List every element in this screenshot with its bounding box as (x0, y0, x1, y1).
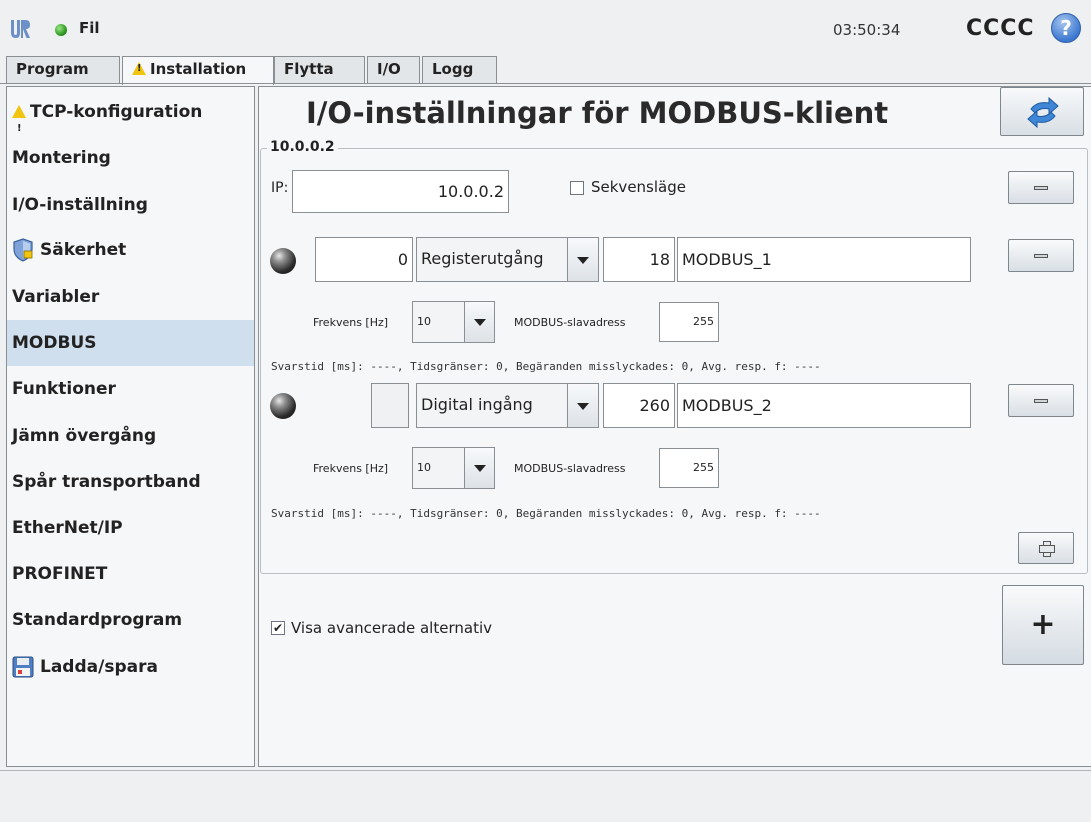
signal-name-input[interactable]: MODBUS_1 (677, 237, 971, 282)
frequency-value: 10 (417, 461, 431, 474)
warning-icon (12, 105, 26, 152)
signal-type-select[interactable]: Registerutgång (416, 237, 599, 282)
signal-status-text: Svarstid [ms]: ----, Tidsgränser: 0, Beg… (271, 360, 821, 373)
tab-installation[interactable]: Installation (122, 56, 274, 85)
sequential-mode-label: Sekvensläge (591, 178, 686, 196)
frequency-select[interactable]: 10 (412, 447, 495, 489)
warning-icon (132, 62, 146, 75)
chevron-down-icon[interactable] (464, 447, 495, 489)
sidebar-item-label: Variabler (12, 287, 100, 307)
floppy-disk-icon (12, 656, 34, 678)
signal-status-led-icon (270, 248, 296, 274)
add-signal-button[interactable] (1018, 532, 1074, 564)
tab-move[interactable]: Flytta (274, 56, 365, 83)
ip-label: IP: (271, 180, 289, 196)
tab-label: Logg (432, 60, 474, 78)
tab-program[interactable]: Program (6, 56, 120, 83)
tab-label: I/O (377, 60, 401, 78)
remove-unit-button[interactable] (1008, 171, 1074, 204)
tab-label: Program (16, 60, 89, 78)
sidebar-item-label: Montering (12, 148, 111, 168)
sidebar-item-label: Ladda/spara (40, 657, 158, 677)
sidebar-item-label: PROFINET (12, 564, 108, 584)
sidebar-item-label: Spår transportband (12, 472, 201, 492)
footer-divider (0, 770, 1091, 771)
remove-signal-button[interactable] (1008, 239, 1074, 272)
signal-status-text: Svarstid [ms]: ----, Tidsgränser: 0, Beg… (271, 507, 821, 520)
file-menu[interactable]: Fil (79, 19, 100, 37)
frequency-select[interactable]: 10 (412, 301, 495, 343)
sidebar: TCP-konfiguration Montering I/O-inställn… (6, 86, 255, 767)
sidebar-item-label: Jämn övergång (12, 426, 157, 446)
tab-divider (0, 83, 1091, 84)
tab-label: Flytta (284, 60, 334, 78)
refresh-button[interactable] (1000, 87, 1084, 136)
minus-icon (1034, 185, 1048, 190)
sidebar-item-label: Säkerhet (40, 240, 127, 260)
frequency-label: Frekvens [Hz] (313, 462, 389, 475)
ur-logo-icon (9, 18, 31, 40)
sidebar-item-profinet[interactable]: PROFINET (7, 551, 254, 597)
chevron-down-icon[interactable] (567, 383, 599, 428)
minus-icon (1034, 253, 1048, 258)
advanced-options-label: Visa avancerade alternativ (291, 619, 492, 637)
top-bar: Fil 03:50:34 CCCC ? (0, 0, 1091, 56)
sidebar-item-safety[interactable]: Säkerhet (7, 227, 254, 273)
modbus-unit-title: 10.0.0.2 (267, 139, 338, 155)
robot-status-icon (55, 24, 67, 36)
slave-address-label: MODBUS-slavadress (514, 316, 626, 329)
signal-register-input[interactable]: 18 (603, 237, 675, 282)
signal-register-input[interactable]: 260 (603, 383, 675, 428)
tab-io[interactable]: I/O (367, 56, 420, 83)
sidebar-item-default-program[interactable]: Standardprogram (7, 597, 254, 643)
sidebar-item-modbus[interactable]: MODBUS (7, 320, 254, 366)
help-button[interactable]: ? (1051, 13, 1081, 43)
sidebar-item-label: EtherNet/IP (12, 518, 123, 538)
signal-status-led-icon (270, 393, 296, 419)
sidebar-item-variables[interactable]: Variabler (7, 274, 254, 320)
remove-signal-button[interactable] (1008, 384, 1074, 417)
sidebar-item-smooth-transition[interactable]: Jämn övergång (7, 413, 254, 459)
page-title: I/O-inställningar för MODBUS-klient (306, 96, 889, 130)
minus-icon (1034, 398, 1048, 403)
tab-log[interactable]: Logg (422, 56, 497, 83)
sidebar-item-ethernet-ip[interactable]: EtherNet/IP (7, 505, 254, 551)
sidebar-item-label: Funktioner (12, 379, 116, 399)
robot-name: CCCC (966, 16, 1035, 41)
sidebar-item-conveyor-tracking[interactable]: Spår transportband (7, 459, 254, 505)
chevron-down-icon[interactable] (567, 237, 599, 282)
sidebar-item-io-setup[interactable]: I/O-inställning (7, 182, 254, 228)
advanced-options-checkbox[interactable]: ✔ (271, 621, 285, 635)
signal-address-input[interactable]: 0 (315, 237, 413, 282)
signal-type-select[interactable]: Digital ingång (416, 383, 599, 428)
sidebar-item-mounting[interactable]: Montering (7, 135, 254, 181)
signal-address-input[interactable] (371, 383, 409, 428)
sequential-mode-checkbox[interactable] (570, 181, 584, 195)
clock: 03:50:34 (833, 21, 901, 39)
sidebar-item-label: TCP-konfiguration (30, 102, 203, 122)
sidebar-item-label: Standardprogram (12, 610, 183, 630)
slave-address-input[interactable]: 255 (659, 448, 719, 488)
sidebar-item-tcp-configuration[interactable]: TCP-konfiguration (7, 89, 254, 152)
chevron-down-icon[interactable] (464, 301, 495, 343)
tab-label: Installation (150, 60, 247, 78)
sidebar-item-load-save[interactable]: Ladda/spara (7, 644, 254, 690)
signal-type-value: Digital ingång (421, 395, 533, 414)
slave-address-label: MODBUS-slavadress (514, 462, 626, 475)
signal-type-value: Registerutgång (421, 249, 544, 268)
ip-input[interactable]: 10.0.0.2 (292, 170, 509, 213)
slave-address-input[interactable]: 255 (659, 302, 719, 342)
shield-icon (13, 238, 33, 262)
add-unit-button[interactable]: + (1002, 585, 1084, 665)
sidebar-item-features[interactable]: Funktioner (7, 366, 254, 412)
refresh-icon (1027, 96, 1059, 129)
plus-icon (1039, 541, 1055, 557)
signal-name-input[interactable]: MODBUS_2 (677, 383, 971, 428)
sidebar-item-label: MODBUS (12, 333, 97, 353)
frequency-value: 10 (417, 315, 431, 328)
sidebar-item-label: I/O-inställning (12, 195, 148, 215)
frequency-label: Frekvens [Hz] (313, 316, 389, 329)
